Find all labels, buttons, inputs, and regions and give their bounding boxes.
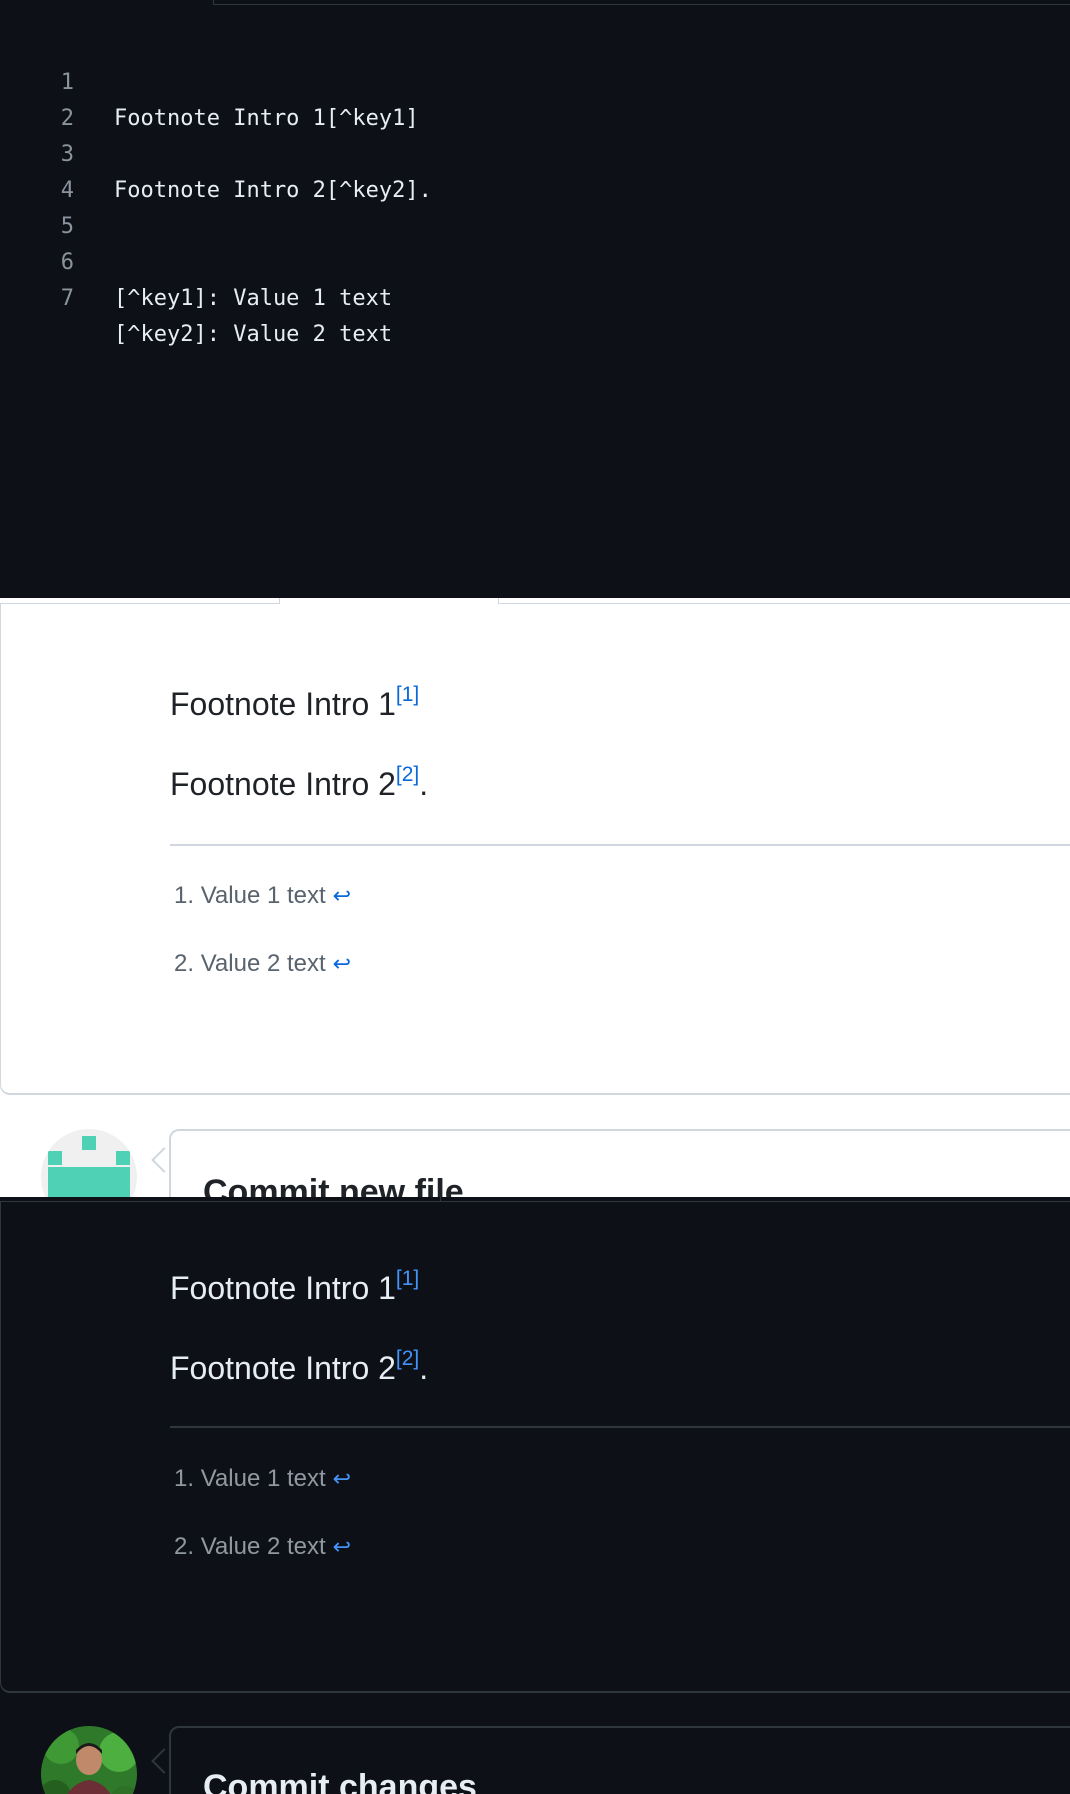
footnote-paragraph-1: Footnote Intro 1[1] bbox=[170, 1267, 419, 1307]
editor-line[interactable]: 6 [^key1]: Value 1 text bbox=[0, 209, 392, 311]
footnote-text: Value 1 text bbox=[200, 882, 326, 909]
markdown-preview-panel bbox=[0, 1201, 1070, 1693]
return-arrow-icon[interactable]: ↩ bbox=[333, 951, 351, 976]
editor-line[interactable]: 4 bbox=[0, 137, 74, 203]
paragraph-text: Footnote Intro 2 bbox=[170, 1350, 396, 1386]
footnote-marker: 1. bbox=[174, 1465, 195, 1492]
identicon-avatar[interactable] bbox=[41, 1129, 137, 1197]
footnote-paragraph-2: Footnote Intro 2[2]. bbox=[170, 1347, 429, 1387]
footnote-item: 1. Value 1 text ↩ bbox=[174, 882, 351, 910]
footnotes-separator bbox=[170, 844, 1070, 846]
footnote-text: Value 1 text bbox=[200, 1465, 326, 1492]
return-arrow-icon[interactable]: ↩ bbox=[333, 883, 351, 908]
return-arrow-icon[interactable]: ↩ bbox=[333, 1466, 351, 1491]
preview-dark: Footnote Intro 1[1] Footnote Intro 2[2].… bbox=[0, 1197, 1070, 1794]
editor-tab-border bbox=[213, 0, 1070, 5]
footnote-paragraph-1: Footnote Intro 1[1] bbox=[170, 683, 419, 723]
commit-title: Commit new file bbox=[203, 1173, 464, 1197]
footnotes-separator bbox=[170, 1426, 1070, 1428]
editor-line[interactable]: 2 bbox=[0, 65, 74, 131]
paragraph-text: Footnote Intro 2 bbox=[170, 766, 396, 802]
line-code[interactable]: Footnote Intro 1[^key1] bbox=[114, 101, 419, 137]
footnote-ref-link[interactable]: [2] bbox=[396, 1347, 419, 1370]
footnote-item: 2. Value 2 text ↩ bbox=[174, 1533, 351, 1561]
markdown-preview-panel bbox=[0, 604, 1070, 1095]
line-code[interactable]: [^key2]: Value 2 text bbox=[114, 317, 392, 353]
preview-light: Footnote Intro 1[1] Footnote Intro 2[2].… bbox=[0, 598, 1070, 1197]
footnote-ref-link[interactable]: [1] bbox=[396, 683, 419, 706]
footnote-paragraph-2: Footnote Intro 2[2]. bbox=[170, 763, 429, 803]
identicon-icon bbox=[48, 1136, 130, 1197]
user-photo-avatar[interactable] bbox=[41, 1726, 137, 1794]
editor-line[interactable]: 3 Footnote Intro 2[^key2]. bbox=[0, 101, 432, 203]
footnote-ref-link[interactable]: [1] bbox=[396, 1267, 419, 1290]
commit-title: Commit changes bbox=[203, 1768, 477, 1794]
line-code[interactable]: Footnote Intro 2[^key2]. bbox=[114, 173, 432, 209]
return-arrow-icon[interactable]: ↩ bbox=[333, 1534, 351, 1559]
user-photo-icon bbox=[41, 1728, 137, 1794]
paragraph-text: Footnote Intro 1 bbox=[170, 686, 396, 722]
editor-line[interactable]: 7 [^key2]: Value 2 text bbox=[0, 245, 392, 347]
footnote-marker: 1. bbox=[174, 882, 195, 909]
paragraph-text: Footnote Intro 1 bbox=[170, 1270, 396, 1306]
footnote-text: Value 2 text bbox=[200, 950, 326, 977]
footnote-marker: 2. bbox=[174, 1533, 195, 1560]
footnote-item: 2. Value 2 text ↩ bbox=[174, 950, 351, 978]
line-code[interactable]: [^key1]: Value 1 text bbox=[114, 281, 392, 317]
code-editor[interactable]: 1 Footnote Intro 1[^key1] 2 3 Footnote I… bbox=[0, 0, 1070, 598]
editor-line[interactable]: 1 Footnote Intro 1[^key1] bbox=[0, 29, 419, 131]
footnote-marker: 2. bbox=[174, 950, 195, 977]
paragraph-suffix: . bbox=[419, 1350, 429, 1386]
footnote-ref-link[interactable]: [2] bbox=[396, 763, 419, 786]
line-number: 7 bbox=[60, 286, 74, 311]
footnote-item: 1. Value 1 text ↩ bbox=[174, 1465, 351, 1493]
paragraph-suffix: . bbox=[419, 766, 429, 802]
editor-line[interactable]: 5 bbox=[0, 173, 74, 239]
footnote-text: Value 2 text bbox=[200, 1533, 326, 1560]
